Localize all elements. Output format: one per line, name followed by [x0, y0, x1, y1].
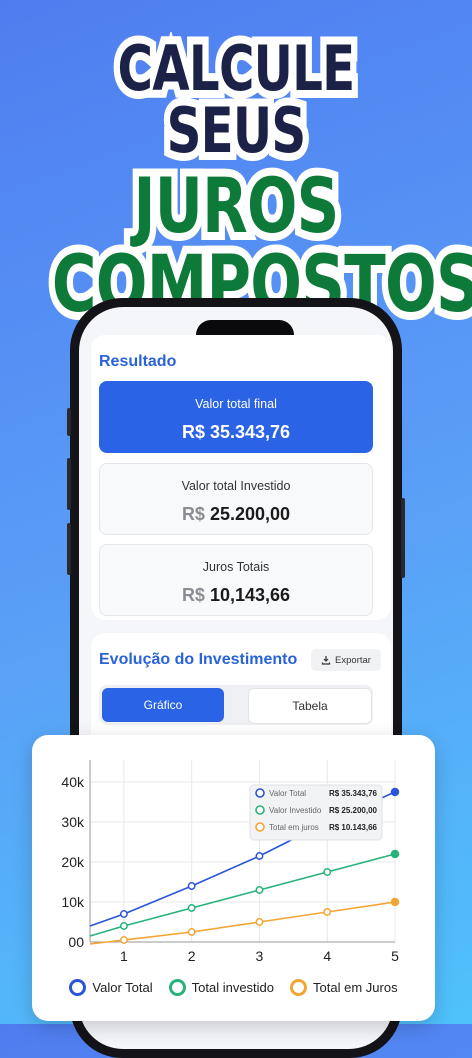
interest-value-box: Juros Totais R$ 10,143,66	[99, 544, 373, 616]
result-title: Resultado	[99, 353, 177, 370]
final-value-label: Valor total final	[195, 397, 277, 411]
final-value-box: Valor total final R$ 35.343,76	[99, 381, 373, 453]
data-point	[255, 886, 264, 894]
invested-value-amount: R$ 25.200,00	[100, 504, 372, 525]
legend-item-total-em-juros: Total em Juros	[290, 979, 398, 996]
legend-marker-icon	[69, 979, 87, 996]
x-tick-label: 5	[391, 948, 399, 964]
y-tick-label: 00	[68, 934, 84, 950]
data-point	[323, 908, 332, 916]
chart-card: 00 10k 20k 30k 40k 1 2 3 4 5 Valor Total R$ 35.343,…	[32, 735, 435, 1021]
phone-power-button	[401, 498, 405, 578]
tooltip-label: Valor Total	[269, 789, 306, 798]
interest-value-label: Juros Totais	[202, 560, 270, 574]
data-point	[187, 928, 196, 936]
tooltip-marker-icon	[255, 788, 265, 798]
headline-line-1: CALCULE SEUS	[111, 30, 361, 170]
evolution-title: Evolução do Investimento	[99, 651, 298, 668]
legend-label: Valor Total	[92, 980, 153, 995]
invested-value-label: Valor total Investido	[181, 479, 291, 493]
data-point	[187, 882, 196, 890]
final-value-amount: R$ 35.343,76	[181, 422, 291, 442]
data-point	[119, 922, 128, 930]
y-tick-label: 40k	[61, 774, 85, 790]
tooltip-marker-icon	[255, 805, 265, 815]
data-point	[119, 936, 128, 944]
legend-label: Total em Juros	[313, 980, 398, 995]
interest-currency: R$	[181, 585, 205, 605]
tooltip-marker-icon	[255, 822, 265, 832]
y-tick-label: 30k	[61, 814, 85, 830]
tooltip-value: R$ 10.143,66	[329, 823, 378, 832]
chart-legend: Valor Total Total investido Total em Jur…	[32, 979, 435, 996]
data-point	[390, 787, 400, 797]
x-tick-label: 2	[188, 948, 196, 964]
download-icon	[321, 656, 331, 665]
data-point	[119, 910, 128, 918]
data-point	[390, 897, 400, 907]
headline-line-2: JUROS	[127, 160, 345, 252]
x-tick-label: 4	[323, 948, 331, 964]
legend-marker-icon	[290, 979, 308, 996]
interest-amount: 10,143,66	[209, 585, 291, 605]
data-point	[323, 868, 332, 876]
export-button[interactable]: Exportar	[311, 649, 381, 671]
x-tick-label: 1	[120, 948, 128, 964]
y-tick-label: 20k	[61, 854, 85, 870]
export-label: Exportar	[335, 654, 371, 666]
phone-volume-down-button	[67, 523, 71, 575]
tab-chart[interactable]: Gráfico	[102, 688, 224, 722]
invested-currency: R$	[181, 504, 205, 524]
view-tabs: Gráfico Tabela	[99, 685, 373, 725]
data-point	[255, 918, 264, 926]
data-point	[390, 849, 400, 859]
headline: CALCULE SEUS JUROS COMPOSTOS	[0, 30, 472, 333]
invested-value-box: Valor total Investido R$ 25.200,00	[99, 463, 373, 535]
data-point	[255, 852, 264, 860]
tooltip-label: Valor Investido	[269, 806, 322, 815]
phone-side-button	[67, 408, 71, 436]
legend-marker-icon	[168, 979, 186, 996]
invested-amount: 25.200,00	[209, 504, 291, 524]
tooltip-value: R$ 25.200,00	[329, 806, 378, 815]
result-card: Resultado Valor total final R$ 35.343,76…	[91, 335, 391, 620]
legend-label: Total investido	[191, 980, 275, 995]
tab-table[interactable]: Tabela	[248, 688, 372, 724]
tooltip-value: R$ 35.343,76	[329, 789, 378, 798]
data-point	[187, 904, 196, 912]
interest-value-amount: R$ 10,143,66	[100, 585, 372, 606]
phone-volume-up-button	[67, 458, 71, 510]
tooltip-label: Total em juros	[269, 823, 319, 832]
legend-item-valor-total: Valor Total	[69, 979, 153, 996]
y-tick-label: 10k	[61, 894, 85, 910]
x-tick-label: 3	[256, 948, 264, 964]
investment-line-chart: 00 10k 20k 30k 40k 1 2 3 4 5 Valor Total R$ 35.343,…	[61, 760, 400, 964]
legend-item-total-investido: Total investido	[168, 979, 275, 996]
